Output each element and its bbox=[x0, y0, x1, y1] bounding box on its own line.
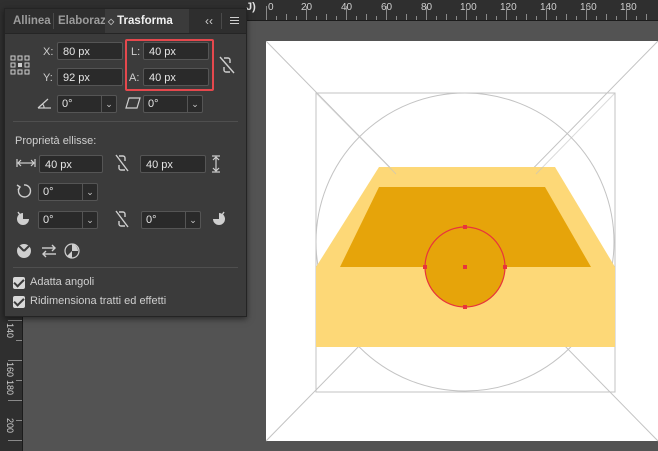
anchor-point bbox=[463, 305, 467, 309]
pie-start-value: 0° bbox=[43, 214, 54, 226]
rotate-value: 0° bbox=[62, 98, 73, 110]
divider bbox=[13, 121, 238, 122]
rotate-dropdown[interactable]: 0° ⌄ bbox=[57, 95, 117, 113]
anchor-point bbox=[423, 265, 427, 269]
ellipse-height-icon bbox=[212, 155, 220, 173]
panel-menu-icon[interactable] bbox=[227, 12, 241, 33]
y-field[interactable]: 92 px bbox=[57, 68, 123, 86]
center-point bbox=[463, 265, 467, 269]
dimension-highlight-box bbox=[125, 39, 214, 91]
ellipse-rotate-dropdown[interactable]: 0° ⌄ bbox=[38, 183, 98, 201]
ruler-label: 160 bbox=[580, 2, 597, 13]
ruler-label-text: 200 bbox=[5, 418, 15, 434]
ruler-label: 0 bbox=[268, 2, 274, 13]
swap-arrows-icon[interactable] bbox=[40, 244, 58, 258]
ruler-label: 180 bbox=[5, 380, 15, 396]
tab-trasforma[interactable]: ◇ Trasforma bbox=[105, 9, 189, 33]
ruler-label: 200 bbox=[5, 418, 15, 434]
scale-strokes-label: Ridimensiona tratti ed effetti bbox=[30, 295, 167, 307]
scale-strokes-checkbox[interactable] bbox=[13, 296, 25, 308]
scale-corners-label: Adatta angoli bbox=[30, 276, 95, 288]
ruler-label-text: 160 bbox=[5, 362, 15, 378]
pie-reset-icon[interactable] bbox=[64, 243, 80, 259]
chevron-down-icon: ⌄ bbox=[187, 96, 202, 112]
shear-icon bbox=[125, 97, 141, 109]
x-field[interactable]: 80 px bbox=[57, 42, 123, 60]
pie-start-icon bbox=[17, 211, 29, 225]
ellipse-width-icon bbox=[16, 159, 36, 167]
ruler-label: 160 bbox=[5, 362, 15, 378]
scale-corners-checkbox[interactable] bbox=[13, 277, 25, 289]
ruler-label: 140 bbox=[5, 323, 15, 339]
pie-end-value: 0° bbox=[146, 214, 157, 226]
ellipse-constrain-icon[interactable] bbox=[115, 154, 129, 172]
y-label: Y: bbox=[43, 72, 53, 84]
ruler-label: 140 bbox=[540, 2, 557, 13]
constrain-proportions-icon[interactable] bbox=[219, 56, 235, 74]
tab-trasforma-label: Trasforma bbox=[117, 15, 173, 27]
divider bbox=[13, 267, 238, 268]
invert-pie-icon[interactable] bbox=[16, 243, 32, 259]
ellipse-rotate-value: 0° bbox=[43, 186, 54, 198]
chevron-down-icon: ⌄ bbox=[82, 212, 97, 228]
chevron-down-icon: ⌄ bbox=[82, 184, 97, 200]
tab-arrows-icon: ◇ bbox=[108, 17, 115, 26]
pie-start-dropdown[interactable]: 0° ⌄ bbox=[38, 211, 98, 229]
ellipse-rotate-icon bbox=[16, 184, 32, 198]
chevron-down-icon: ⌄ bbox=[185, 212, 200, 228]
transform-panel: Allinea Elaborazi ◇ Trasforma ‹‹ X: 80 px… bbox=[4, 8, 247, 317]
ellipse-width-field[interactable]: 40 px bbox=[39, 155, 103, 173]
ruler-fragment: J) bbox=[246, 1, 256, 13]
ruler-label: 100 bbox=[460, 2, 477, 13]
rotate-angle-icon bbox=[37, 98, 51, 109]
shear-value: 0° bbox=[148, 98, 159, 110]
ruler-label-text: 180 bbox=[5, 380, 15, 396]
reference-point-icon[interactable] bbox=[10, 55, 30, 75]
ruler-label: 180 bbox=[620, 2, 637, 13]
x-label: X: bbox=[43, 46, 54, 58]
anchor-point bbox=[463, 225, 467, 229]
collapse-panel-icon[interactable]: ‹‹ bbox=[202, 12, 216, 30]
pie-end-dropdown[interactable]: 0° ⌄ bbox=[141, 211, 201, 229]
pie-end-icon bbox=[213, 211, 225, 225]
anchor-point bbox=[503, 265, 507, 269]
artwork[interactable] bbox=[266, 41, 658, 451]
shear-dropdown[interactable]: 0° ⌄ bbox=[143, 95, 203, 113]
pie-constrain-icon[interactable] bbox=[115, 210, 129, 228]
ruler-label: 120 bbox=[500, 2, 517, 13]
ruler-label-text: 140 bbox=[5, 323, 15, 339]
chevron-down-icon: ⌄ bbox=[101, 96, 116, 112]
ellipse-height-field[interactable]: 40 px bbox=[140, 155, 206, 173]
panel-tabbar: Allinea Elaborazi ◇ Trasforma ‹‹ bbox=[5, 9, 246, 34]
ellipse-properties-title: Proprietà ellisse: bbox=[15, 135, 97, 147]
tab-elaborazione[interactable]: Elaborazi bbox=[50, 9, 112, 33]
